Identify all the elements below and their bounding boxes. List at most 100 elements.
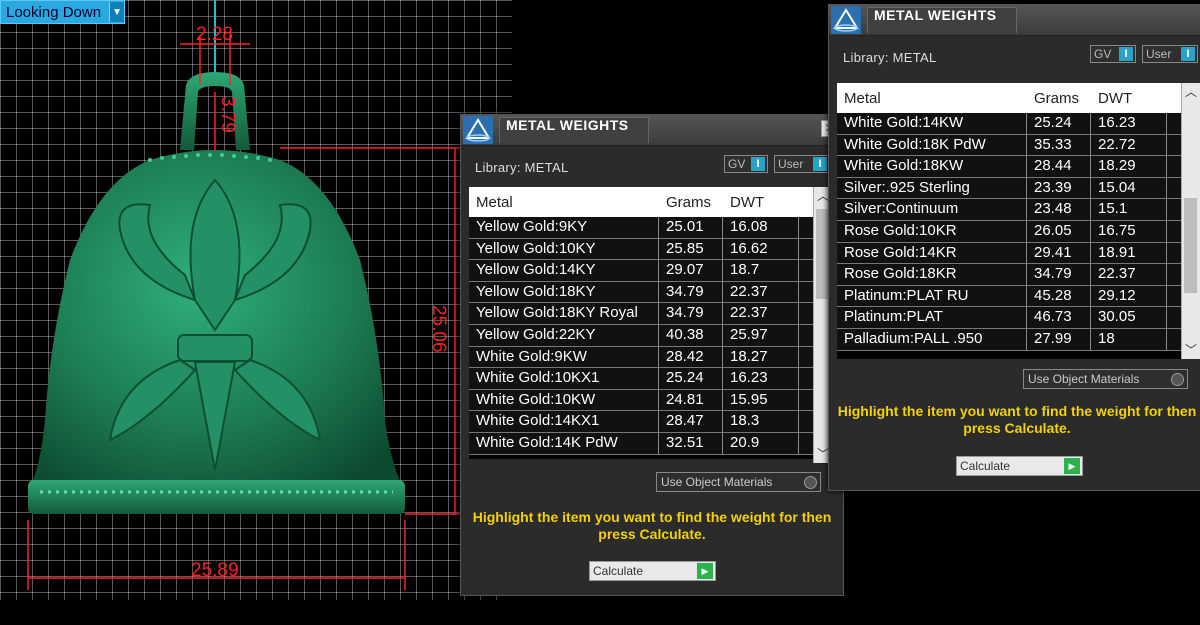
metal-cell: Yellow Gold:9KY <box>469 217 659 238</box>
table-row[interactable]: Rose Gold:14KR 29.41 18.91 <box>837 242 1183 265</box>
table-row[interactable]: Rose Gold:10KR 26.05 16.75 <box>837 220 1183 243</box>
metal-cell: Yellow Gold:14KY <box>469 260 659 281</box>
metal-weights-panel[interactable]: METAL WEIGHTS Library: METAL GV I User I M… <box>828 4 1200 491</box>
grams-cell: 32.51 <box>659 432 723 454</box>
table-row[interactable]: Platinum:PLAT 46.73 30.05 <box>837 307 1183 329</box>
metal-weights-panel[interactable]: METAL WEIGHTS ✕ Library: METAL GV I User I… <box>460 114 844 596</box>
app-logo-icon <box>463 116 493 144</box>
use-object-materials-option[interactable]: Use Object Materials <box>1023 369 1188 389</box>
grams-cell: 28.44 <box>1027 156 1091 177</box>
dwt-cell: 22.37 <box>723 281 799 303</box>
calculate-label: Calculate <box>593 564 644 578</box>
table-row[interactable]: Silver:.925 Sterling 23.39 15.04 <box>837 177 1183 200</box>
column-header-grams[interactable]: Grams <box>659 194 723 211</box>
metal-table[interactable]: Metal Grams DWT White Gold:14KW 25.24 16.2… <box>837 83 1183 359</box>
table-header: Metal Grams DWT <box>837 83 1183 113</box>
metal-cell: Rose Gold:14KR <box>837 242 1027 264</box>
toggle-switch-icon: I <box>1119 47 1133 61</box>
table-body: Yellow Gold:9KY 25.01 16.08 Yellow Gold:10K… <box>469 217 815 455</box>
gv-toggle[interactable]: GV I <box>1090 45 1136 63</box>
metal-cell: Platinum:PLAT RU <box>837 285 1027 307</box>
dwt-cell: 18 <box>1091 328 1167 350</box>
table-row[interactable]: White Gold:14KX1 28.47 18.3 <box>469 411 815 433</box>
table-row[interactable]: Platinum:PLAT RU 45.28 29.12 <box>837 285 1183 308</box>
instruction-text: Highlight the item you want to find the … <box>837 403 1197 436</box>
column-header-dwt[interactable]: DWT <box>1091 90 1167 107</box>
column-header-grams[interactable]: Grams <box>1027 90 1091 107</box>
table-row[interactable]: Yellow Gold:14KY 29.07 18.7 <box>469 260 815 282</box>
dim-loop-width: 2.28 <box>196 24 233 45</box>
dwt-cell: 18.29 <box>1091 156 1167 177</box>
table-row[interactable]: White Gold:10KW 24.81 15.95 <box>469 389 815 412</box>
chevron-down-icon[interactable]: ▼ <box>109 2 125 22</box>
dwt-cell: 22.72 <box>1091 134 1167 156</box>
table-row[interactable]: White Gold:18K PdW 35.33 22.72 <box>837 134 1183 157</box>
column-header-metal[interactable]: Metal <box>837 90 1027 107</box>
table-row[interactable]: Palladium:PALL .950 27.99 18 <box>837 328 1183 351</box>
view-selector[interactable]: Looking Down ▼ <box>0 0 126 24</box>
use-object-materials-label: Use Object Materials <box>1028 372 1140 386</box>
scroll-up-icon[interactable]: ︿ <box>1182 83 1200 101</box>
user-toggle[interactable]: User I <box>1142 45 1198 63</box>
metal-cell: White Gold:18KW <box>837 156 1027 177</box>
table-row[interactable]: Rose Gold:18KR 34.79 22.37 <box>837 264 1183 286</box>
user-label: User <box>1146 47 1172 61</box>
calculate-button[interactable]: Calculate ▶ <box>956 456 1083 476</box>
dwt-cell: 15.04 <box>1091 177 1167 199</box>
table-row[interactable]: Yellow Gold:22KY 40.38 25.97 <box>469 324 815 347</box>
grams-cell: 34.79 <box>1027 264 1091 285</box>
view-label: Looking Down <box>6 3 102 21</box>
grams-cell: 40.38 <box>659 324 723 346</box>
dwt-cell: 18.27 <box>723 346 799 368</box>
calculate-button[interactable]: Calculate ▶ <box>589 561 716 581</box>
metal-cell: Palladium:PALL .950 <box>837 328 1027 350</box>
column-header-dwt[interactable]: DWT <box>723 194 799 211</box>
scroll-down-icon[interactable]: ﹀ <box>1182 341 1200 359</box>
table-scrollbar[interactable]: ︿ ﹀ <box>1181 83 1200 359</box>
radio-icon[interactable] <box>804 476 817 489</box>
dwt-cell: 16.08 <box>723 217 799 238</box>
radio-icon[interactable] <box>1171 373 1184 386</box>
column-header-metal[interactable]: Metal <box>469 194 659 211</box>
play-icon: ▶ <box>1064 458 1080 474</box>
library-label: Library: METAL <box>475 160 569 175</box>
table-row[interactable]: Yellow Gold:10KY 25.85 16.62 <box>469 238 815 261</box>
dim-bell-height: 25.06 <box>428 305 449 353</box>
use-object-materials-option[interactable]: Use Object Materials <box>656 472 821 492</box>
dwt-cell: 16.23 <box>723 368 799 389</box>
bell-model-scene: 2.28 3.79 25.06 25.89 <box>27 0 460 590</box>
metal-cell: White Gold:10KW <box>469 389 659 411</box>
grams-cell: 35.33 <box>1027 134 1091 156</box>
gv-label: GV <box>1094 47 1112 61</box>
grams-cell: 24.81 <box>659 389 723 411</box>
table-row[interactable]: White Gold:18KW 28.44 18.29 <box>837 156 1183 178</box>
table-row[interactable]: Silver:Continuum 23.48 15.1 <box>837 199 1183 221</box>
table-row[interactable]: White Gold:10KX1 25.24 16.23 <box>469 368 815 390</box>
metal-cell: White Gold:18K PdW <box>837 134 1027 156</box>
panel-title: METAL WEIGHTS <box>499 117 649 143</box>
play-icon: ▶ <box>697 563 713 579</box>
metal-table[interactable]: Metal Grams DWT Yellow Gold:9KY 25.01 16.0… <box>469 187 815 459</box>
grams-cell: 25.01 <box>659 217 723 238</box>
table-row[interactable]: White Gold:14K PdW 32.51 20.9 <box>469 432 815 455</box>
table-row[interactable]: White Gold:9KW 28.42 18.27 <box>469 346 815 369</box>
metal-cell: Yellow Gold:10KY <box>469 238 659 260</box>
scroll-thumb[interactable] <box>1184 198 1197 293</box>
grams-cell: 29.07 <box>659 260 723 281</box>
table-row[interactable]: Yellow Gold:18KY Royal 34.79 22.37 <box>469 303 815 325</box>
panel-titlebar[interactable]: METAL WEIGHTS ✕ <box>461 115 843 146</box>
gv-label: GV <box>728 157 746 171</box>
table-row[interactable]: White Gold:14KW 25.24 16.23 <box>837 113 1183 135</box>
table-row[interactable]: Yellow Gold:9KY 25.01 16.08 <box>469 217 815 239</box>
grams-cell: 46.73 <box>1027 307 1091 328</box>
dwt-cell: 18.7 <box>723 260 799 281</box>
bell-rim <box>28 480 405 514</box>
calculate-label: Calculate <box>960 459 1011 473</box>
panel-titlebar[interactable]: METAL WEIGHTS <box>829 5 1200 36</box>
grams-cell: 34.79 <box>659 281 723 303</box>
user-toggle[interactable]: User I <box>774 155 830 173</box>
gv-toggle[interactable]: GV I <box>724 155 768 173</box>
library-label: Library: METAL <box>843 50 937 65</box>
table-row[interactable]: Yellow Gold:18KY 34.79 22.37 <box>469 281 815 304</box>
grams-cell: 25.24 <box>659 368 723 389</box>
